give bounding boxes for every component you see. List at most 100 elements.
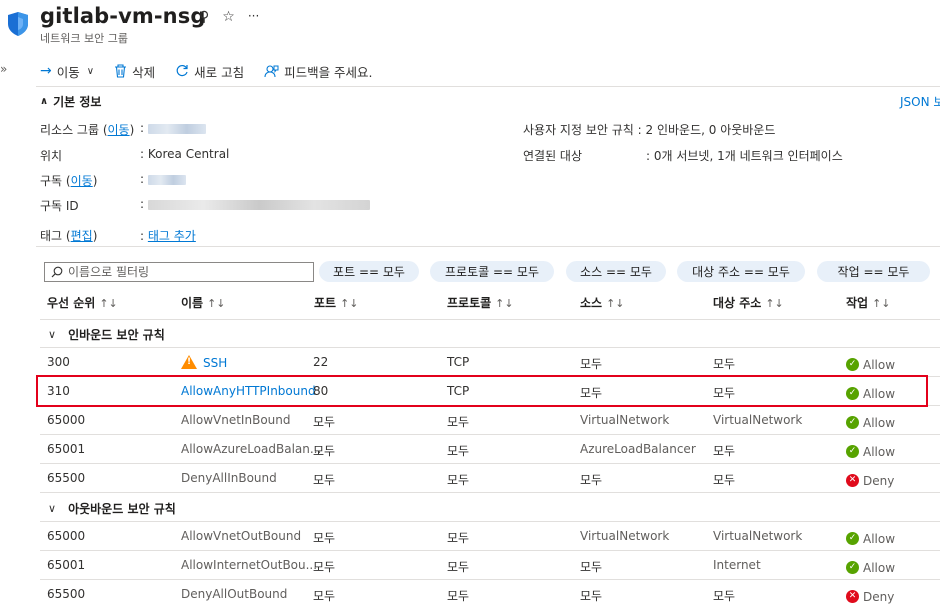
more-icon[interactable]: ··· bbox=[248, 9, 259, 25]
refresh-icon bbox=[176, 64, 188, 77]
col-name[interactable]: 이름 ↑↓ bbox=[181, 294, 226, 311]
action-label: Allow bbox=[863, 531, 896, 546]
inbound-group-toggle[interactable]: ∨ 인바운드 보안 규칙 bbox=[48, 326, 165, 343]
source-cell: VirtualNetwork bbox=[580, 529, 670, 543]
subscription-id-label: 구독 ID bbox=[40, 199, 79, 213]
rule-name: AllowVnetOutBound bbox=[181, 529, 302, 543]
sort-icon: ↑↓ bbox=[340, 297, 359, 310]
rule-name-cell: AllowVnetOutBound bbox=[181, 529, 301, 543]
refresh-button[interactable]: 새로 고침 bbox=[175, 62, 244, 81]
action-status: ✓ Allow bbox=[846, 561, 895, 575]
source-cell: 모두 bbox=[580, 560, 603, 574]
col-port[interactable]: 포트 ↑↓ bbox=[314, 294, 359, 311]
essentials-divider bbox=[36, 246, 940, 247]
name-filter-input[interactable] bbox=[68, 265, 298, 279]
essentials-toggle[interactable]: ∧ 기본 정보 bbox=[40, 93, 101, 110]
protocol-cell: TCP bbox=[447, 384, 470, 398]
tags-edit-link[interactable]: 편집 bbox=[71, 229, 93, 243]
table-row[interactable]: 65000 AllowVnetOutBound 모두 모두 VirtualNetwork… bbox=[40, 522, 940, 550]
sort-icon: ↑↓ bbox=[99, 297, 118, 310]
priority-cell: 300 bbox=[47, 355, 70, 369]
col-priority[interactable]: 우선 순위 ↑↓ bbox=[47, 294, 118, 311]
custom-rules-row: 사용자 지정 보안 규칙 : 2 인바운드, 0 아웃바운드 bbox=[523, 121, 775, 138]
action-status: ✓ Allow bbox=[846, 532, 895, 546]
associated-label: 연결된 대상 bbox=[523, 149, 583, 163]
redacted-subscription-id bbox=[147, 199, 370, 210]
priority-cell: 65001 bbox=[47, 558, 86, 572]
port-filter-pill[interactable]: 포트 == 모두 bbox=[319, 261, 419, 282]
rule-name-cell[interactable]: AllowAnyHTTPInbound bbox=[181, 384, 316, 398]
col-action[interactable]: 작업 ↑↓ bbox=[846, 294, 891, 311]
destination-cell: VirtualNetwork bbox=[713, 413, 803, 427]
priority-cell: 310 bbox=[47, 384, 70, 398]
table-row[interactable]: 65500 DenyAllInBound 모두 모두 모두 모두 ✕ Deny bbox=[40, 464, 940, 492]
source-filter-pill[interactable]: 소스 == 모두 bbox=[566, 261, 666, 282]
protocol-cell: 모두 bbox=[447, 531, 470, 545]
subscription-move-link[interactable]: 이동 bbox=[71, 174, 93, 188]
rule-name-cell[interactable]: SSH bbox=[181, 355, 227, 370]
destination-cell: 모두 bbox=[713, 444, 736, 458]
associated-value: 0개 서브넷, 1개 네트워크 인터페이스 bbox=[653, 149, 843, 163]
allow-check-icon: ✓ bbox=[846, 532, 859, 545]
rule-name[interactable]: AllowAnyHTTPInbound bbox=[181, 384, 316, 398]
deny-x-icon: ✕ bbox=[846, 590, 859, 603]
sort-icon: ↑↓ bbox=[872, 297, 891, 310]
action-label: Allow bbox=[863, 415, 896, 430]
name-filter-box[interactable] bbox=[44, 262, 314, 282]
table-row[interactable]: 300 SSH 22 TCP 모두 모두 ✓ Allow bbox=[40, 348, 940, 376]
location-label: 위치 bbox=[40, 149, 63, 163]
custom-rules-label: 사용자 지정 보안 규칙 bbox=[523, 123, 634, 137]
source-cell: 모두 bbox=[580, 589, 603, 603]
collapse-sidebar-button[interactable]: » bbox=[0, 62, 7, 76]
resource-group-move-link[interactable]: 이동 bbox=[108, 123, 130, 137]
rule-name[interactable]: SSH bbox=[203, 356, 227, 370]
resource-type: 네트워크 보안 그룹 bbox=[40, 32, 128, 45]
table-row[interactable]: 310 AllowAnyHTTPInbound 80 TCP 모두 모두 ✓ Allow bbox=[40, 377, 940, 405]
col-source[interactable]: 소스 ↑↓ bbox=[580, 294, 625, 311]
chevron-up-icon: ∧ bbox=[40, 96, 49, 107]
source-cell: 모두 bbox=[580, 386, 603, 400]
port-cell: 모두 bbox=[313, 444, 336, 458]
table-row[interactable]: 65000 AllowVnetInBound 모두 모두 VirtualNetwork V… bbox=[40, 406, 940, 434]
destination-cell: Internet bbox=[713, 558, 761, 572]
action-cell: ✓ Allow bbox=[846, 413, 895, 430]
priority-cell: 65001 bbox=[47, 442, 86, 456]
resource-group-value: : bbox=[140, 121, 206, 135]
action-cell: ✓ Allow bbox=[846, 384, 895, 401]
col-destination[interactable]: 대상 주소 ↑↓ bbox=[713, 294, 784, 311]
add-tag-link[interactable]: 태그 추가 bbox=[148, 229, 196, 243]
tags-label: 태그 bbox=[40, 229, 63, 243]
destination-filter-pill[interactable]: 대상 주소 == 모두 bbox=[677, 261, 805, 282]
star-icon[interactable]: ☆ bbox=[222, 9, 235, 25]
col-protocol-label: 프로토콜 bbox=[447, 296, 492, 310]
port-cell: 모두 bbox=[313, 415, 336, 429]
protocol-filter-pill[interactable]: 프로토콜 == 모두 bbox=[430, 261, 554, 282]
outbound-group-toggle[interactable]: ∨ 아웃바운드 보안 규칙 bbox=[48, 500, 176, 517]
table-row[interactable]: 65001 AllowInternetOutBou... 모두 모두 모두 Interne… bbox=[40, 551, 940, 579]
action-label: Allow bbox=[863, 386, 896, 401]
action-status: ✕ Deny bbox=[846, 474, 894, 488]
action-filter-pill[interactable]: 작업 == 모두 bbox=[817, 261, 930, 282]
action-cell: ✓ Allow bbox=[846, 558, 895, 575]
sort-icon: ↑↓ bbox=[495, 297, 514, 310]
resource-header: gitlab-vm-nsg 네트워크 보안 그룹 ⚲ ☆ ··· bbox=[0, 0, 940, 52]
table-row[interactable]: 65001 AllowAzureLoadBalan... 모두 모두 AzureLoad… bbox=[40, 435, 940, 463]
delete-button[interactable]: 삭제 bbox=[114, 62, 155, 81]
col-destination-label: 대상 주소 bbox=[713, 296, 762, 310]
tags-value-wrap: : 태그 추가 bbox=[140, 229, 196, 243]
allow-check-icon: ✓ bbox=[846, 358, 859, 371]
feedback-button[interactable]: 피드백을 주세요. bbox=[264, 62, 373, 81]
rule-name-cell: AllowAzureLoadBalan... bbox=[181, 442, 321, 456]
protocol-cell: 모두 bbox=[447, 473, 470, 487]
move-button[interactable]: → 이동 ∨ bbox=[40, 62, 94, 81]
trash-icon bbox=[115, 64, 127, 78]
action-label: Allow bbox=[863, 357, 896, 372]
col-protocol[interactable]: 프로토콜 ↑↓ bbox=[447, 294, 514, 311]
json-view-link[interactable]: JSON 보 bbox=[900, 93, 940, 110]
pin-icon[interactable]: ⚲ bbox=[199, 9, 209, 25]
protocol-cell: 모두 bbox=[447, 589, 470, 603]
table-row[interactable]: 65500 DenyAllOutBound 모두 모두 모두 모두 ✕ Deny bbox=[40, 580, 940, 607]
rule-name-cell: DenyAllInBound bbox=[181, 471, 277, 485]
custom-rules-value: 2 인바운드, 0 아웃바운드 bbox=[645, 123, 776, 137]
protocol-cell: 모두 bbox=[447, 560, 470, 574]
